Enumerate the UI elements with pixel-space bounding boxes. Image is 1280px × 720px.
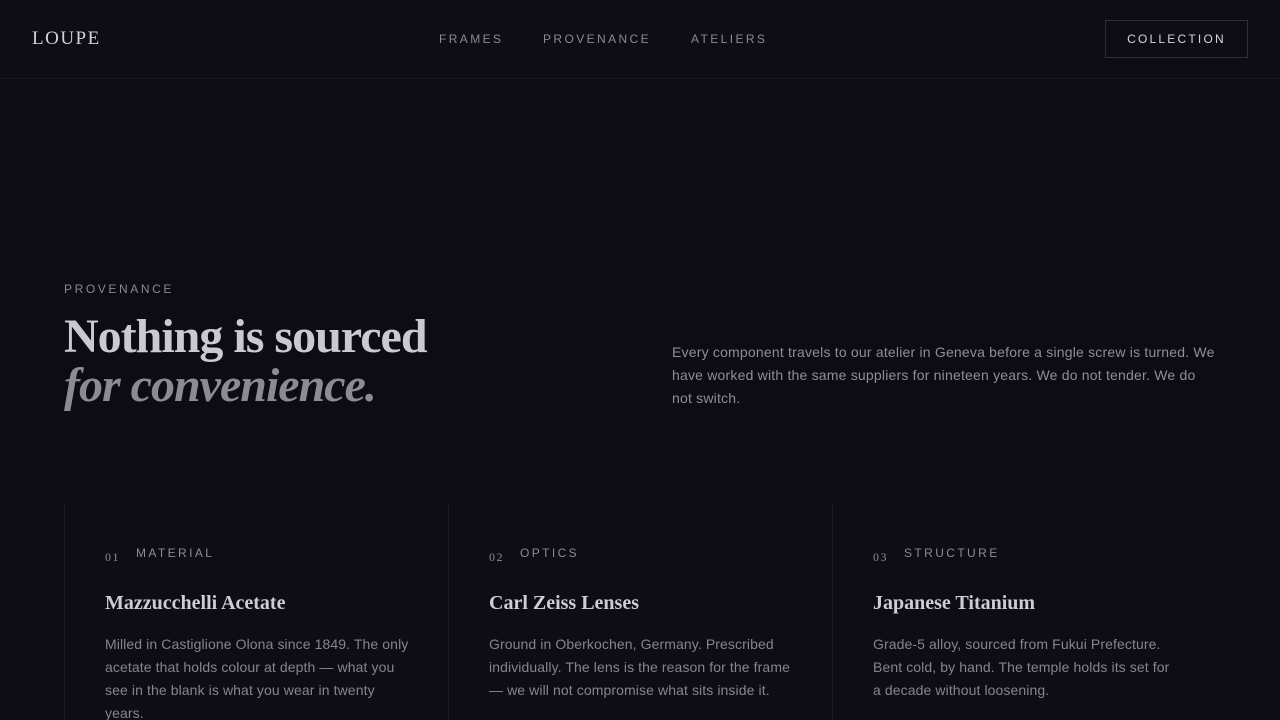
headline-line-1: Nothing is sourced bbox=[64, 310, 428, 363]
card-body: Milled in Castiglione Olona since 1849. … bbox=[105, 636, 409, 720]
site-header: LOUPE FRAMES PROVENANCE ATELIERS COLLECT… bbox=[0, 0, 1280, 79]
section-eyebrow: PROVENANCE bbox=[64, 282, 175, 296]
nav-link-provenance[interactable]: PROVENANCE bbox=[543, 32, 651, 46]
card-title: Carl Zeiss Lenses bbox=[489, 592, 639, 614]
card-kicker: STRUCTURE bbox=[904, 546, 1000, 560]
card-body: Ground in Oberkochen, Germany. Prescribe… bbox=[489, 636, 790, 698]
main-nav: FRAMES PROVENANCE ATELIERS bbox=[0, 32, 1280, 48]
nav-link-frames[interactable]: FRAMES bbox=[439, 32, 503, 46]
card-title: Mazzucchelli Acetate bbox=[105, 592, 286, 614]
card-body: Grade-5 alloy, sourced from Fukui Prefec… bbox=[873, 636, 1170, 698]
card-optics: 02 OPTICS Carl Zeiss Lenses Ground in Ob… bbox=[448, 504, 832, 720]
card-number: 02 bbox=[489, 550, 504, 564]
page: LOUPE FRAMES PROVENANCE ATELIERS COLLECT… bbox=[0, 0, 1280, 720]
card-number: 03 bbox=[873, 550, 888, 564]
headline-line-2: for convenience. bbox=[64, 359, 377, 412]
card-kicker: MATERIAL bbox=[136, 546, 215, 560]
collection-button[interactable]: COLLECTION bbox=[1105, 20, 1248, 58]
card-kicker: OPTICS bbox=[520, 546, 580, 560]
card-material: 01 MATERIAL Mazzucchelli Acetate Milled … bbox=[64, 504, 448, 720]
hero-lede: Every component travels to our atelier i… bbox=[672, 344, 1215, 406]
card-number: 01 bbox=[105, 550, 120, 564]
nav-link-ateliers[interactable]: ATELIERS bbox=[691, 32, 767, 46]
hero-headline: Nothing is sourced for convenience. bbox=[64, 312, 624, 410]
feature-cards: 01 MATERIAL Mazzucchelli Acetate Milled … bbox=[64, 504, 1216, 720]
card-structure: 03 STRUCTURE Japanese Titanium Grade-5 a… bbox=[832, 504, 1216, 720]
card-title: Japanese Titanium bbox=[873, 592, 1036, 614]
